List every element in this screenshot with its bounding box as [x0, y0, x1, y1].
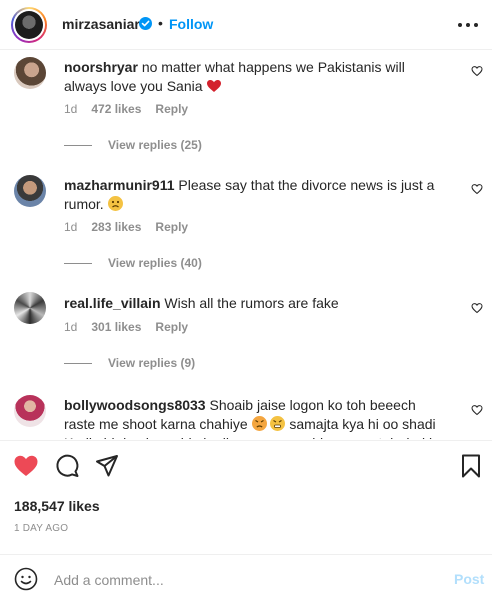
- comment-meta: 1d 301 likes Reply: [64, 320, 188, 334]
- replies-line: [64, 144, 92, 146]
- follow-button[interactable]: Follow: [169, 16, 213, 32]
- post-button[interactable]: Post: [454, 571, 484, 587]
- section-divider: [0, 554, 492, 555]
- comments-list[interactable]: noorshryar no matter what happens we Pak…: [0, 51, 492, 439]
- replies-line: [64, 362, 92, 364]
- posted-time: 1 DAY AGO: [14, 523, 69, 534]
- replies-line: [64, 262, 92, 264]
- commenter-avatar[interactable]: [14, 292, 46, 324]
- share-icon[interactable]: [93, 452, 121, 480]
- comment-text-block: mazharmunir911 Please say that the divor…: [64, 176, 444, 214]
- commenter-avatar[interactable]: [14, 395, 46, 427]
- likes-count[interactable]: 188,547 likes: [14, 498, 100, 514]
- comment-username[interactable]: mazharmunir911: [64, 177, 175, 193]
- commenter-avatar[interactable]: [14, 57, 46, 89]
- comment-text: Wish all the rumors are fake: [164, 295, 339, 311]
- comment-meta: 1d 283 likes Reply: [64, 220, 188, 234]
- comment-meta: 1d 472 likes Reply: [64, 102, 188, 116]
- angry-face-emoji-icon: [251, 416, 267, 431]
- red-heart-emoji-icon: [207, 80, 222, 92]
- comment-like-icon[interactable]: [471, 302, 483, 314]
- view-replies-button[interactable]: View replies (25): [64, 138, 202, 152]
- view-replies-label: View replies (25): [108, 138, 202, 152]
- comment-likes[interactable]: 472 likes: [91, 102, 141, 116]
- commenter-avatar[interactable]: [14, 175, 46, 207]
- reply-button[interactable]: Reply: [155, 102, 188, 116]
- profile-avatar[interactable]: [11, 7, 47, 43]
- comment-username[interactable]: real.life_villain: [64, 295, 161, 311]
- worried-face-emoji-icon: [107, 196, 123, 211]
- angry-face-emoji-icon: [270, 416, 286, 431]
- action-bar: [0, 452, 492, 486]
- view-replies-label: View replies (9): [108, 356, 196, 370]
- comment-likes[interactable]: 301 likes: [91, 320, 141, 334]
- reply-button[interactable]: Reply: [155, 220, 188, 234]
- comment-like-icon[interactable]: [471, 183, 483, 195]
- comment-username[interactable]: bollywoodsongs8033: [64, 397, 206, 413]
- post-header: mirzasaniar • Follow: [0, 0, 492, 50]
- comment-time: 1d: [64, 320, 78, 334]
- heart-filled-icon[interactable]: [12, 452, 40, 480]
- comment-text-block: noorshryar no matter what happens we Pak…: [64, 58, 444, 96]
- view-replies-button[interactable]: View replies (9): [64, 356, 195, 370]
- view-replies-label: View replies (40): [108, 256, 202, 270]
- comment-text-block: real.life_villain Wish all the rumors ar…: [64, 294, 444, 313]
- verified-badge-icon: [139, 17, 152, 30]
- view-replies-button[interactable]: View replies (40): [64, 256, 202, 270]
- comment-username[interactable]: noorshryar: [64, 59, 138, 75]
- add-comment-input[interactable]: [54, 570, 434, 590]
- comment-time: 1d: [64, 220, 78, 234]
- comment-icon[interactable]: [53, 452, 81, 480]
- bookmark-icon[interactable]: [457, 452, 485, 480]
- section-divider: [0, 440, 492, 441]
- comment-text-block: bollywoodsongs8033 Shoaib jaise logon ko…: [64, 396, 444, 439]
- header-username[interactable]: mirzasaniar: [62, 16, 140, 32]
- comment-time: 1d: [64, 102, 78, 116]
- more-horizontal-icon[interactable]: [458, 17, 478, 33]
- add-comment-row: Post: [0, 556, 492, 602]
- comment-likes[interactable]: 283 likes: [91, 220, 141, 234]
- comment-like-icon[interactable]: [471, 404, 483, 416]
- reply-button[interactable]: Reply: [155, 320, 188, 334]
- header-separator: •: [158, 15, 163, 31]
- comment-like-icon[interactable]: [471, 65, 483, 77]
- emoji-smile-icon[interactable]: [14, 567, 38, 591]
